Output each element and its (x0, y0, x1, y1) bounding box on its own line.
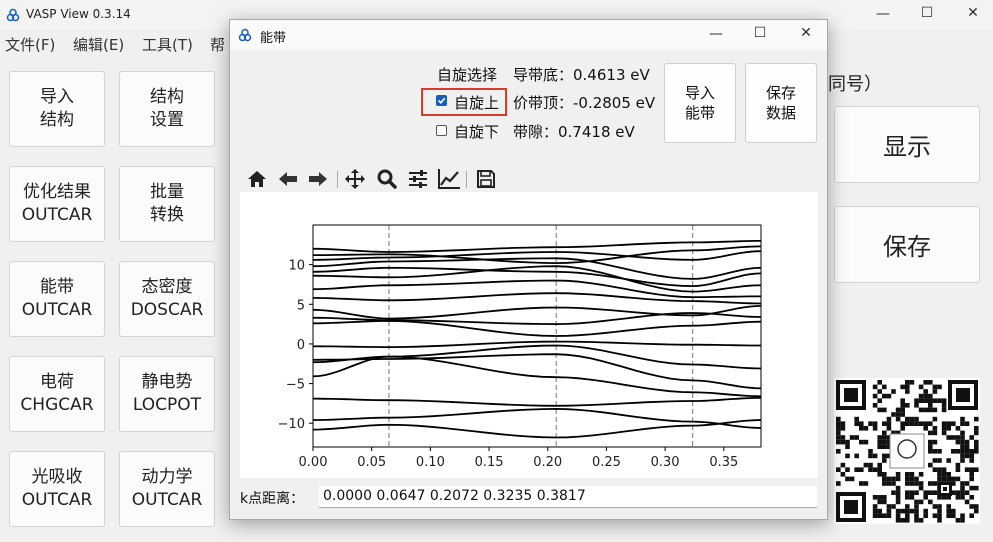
spin-down-checkbox[interactable] (436, 125, 447, 136)
band-line-3 (312, 355, 762, 398)
band-line-10 (312, 292, 762, 305)
button-label-line2: 数据 (765, 104, 796, 122)
tile-label-line1: 静电势 (141, 372, 193, 392)
tile-label-line2: 结构 (40, 110, 74, 130)
x-tick-label: 0.15 (475, 455, 504, 470)
structure-settings-button[interactable]: 结构 设置 (119, 71, 215, 147)
optical-outcar-button[interactable]: 光吸收 OUTCAR (9, 451, 105, 527)
checkmark-icon (437, 97, 446, 104)
dos-doscar-button[interactable]: 态密度 DOSCAR (119, 261, 215, 337)
import-structure-button[interactable]: 导入 结构 (9, 71, 105, 147)
x-tick-label: 0.35 (709, 455, 738, 470)
configure-icon[interactable] (406, 168, 430, 190)
home-icon[interactable] (245, 168, 269, 190)
y-tick-label: −10 (278, 417, 305, 432)
y-tick-label: 10 (288, 259, 305, 274)
band-line-0 (312, 419, 762, 439)
band-plot[interactable]: 0.00 0.05 0.10 0.15 0.20 0.25 0.30 0.35 −10 −5 0 5 1… (240, 192, 818, 478)
button-label-line2: 能带 (684, 104, 715, 122)
tile-label-line1: 导入 (40, 87, 74, 107)
band-line-2 (312, 396, 762, 407)
import-band-button[interactable]: 导入 能带 (664, 63, 736, 143)
dialog-title-bar: 能带 — ☐ ✕ (230, 20, 827, 50)
button-label-line1: 保存 (765, 84, 796, 102)
band-structure-chart: 0.00 0.05 0.10 0.15 0.20 0.25 0.30 0.35 −10 −5 0 5 1… (278, 224, 762, 470)
tile-label-line2: OUTCAR (21, 490, 93, 510)
y-tick-label: 5 (297, 298, 305, 313)
menu-file[interactable]: 文件(F) (5, 34, 55, 55)
dialog-maximize-button[interactable]: ☐ (745, 25, 775, 41)
spin-up-label[interactable]: 自旋上 (454, 92, 499, 113)
button-label-line1: 导入 (684, 84, 715, 102)
x-tick-label: 0.05 (357, 455, 386, 470)
spin-select-label: 自旋选择 (437, 66, 498, 84)
pan-icon[interactable] (343, 168, 367, 190)
tile-label-line2: OUTCAR (21, 300, 93, 320)
tile-label-line1: 态密度 (141, 277, 193, 297)
menu-help[interactable]: 帮 (210, 34, 225, 55)
edit-axes-icon[interactable] (437, 168, 461, 190)
dialog-title: 能带 (260, 31, 287, 46)
toolbar-separator (337, 171, 338, 188)
save-button[interactable]: 保存 (834, 206, 980, 283)
x-tick-label: 0.25 (592, 455, 621, 470)
gap-text: 带隙：0.7418 eV (513, 123, 635, 141)
app-logo-icon (238, 28, 252, 42)
y-tick-label: −5 (286, 378, 305, 393)
tile-label-line2: 设置 (150, 110, 184, 130)
vbm-text: 价带顶：-0.2805 eV (513, 94, 656, 112)
band-line-5 (313, 353, 762, 390)
save-data-button[interactable]: 保存 数据 (745, 63, 817, 143)
toolbar-separator (466, 171, 467, 188)
tile-label-line1: 光吸收 (31, 467, 83, 487)
spin-up-checkbox[interactable] (436, 95, 447, 106)
maximize-button[interactable]: ☐ (912, 5, 942, 21)
qr-code-image (834, 378, 980, 524)
x-tick-label: 0.20 (533, 455, 562, 470)
batch-convert-button[interactable]: 批量 转换 (119, 166, 215, 242)
save-figure-icon[interactable] (474, 168, 498, 190)
tile-label-line2: OUTCAR (131, 490, 203, 510)
menu-edit[interactable]: 编辑(E) (73, 34, 124, 55)
optimization-outcar-button[interactable]: 优化结果 OUTCAR (9, 166, 105, 242)
tile-label-line1: 电荷 (40, 372, 74, 392)
potential-locpot-button[interactable]: 静电势 LOCPOT (119, 356, 215, 432)
tile-label-line1: 动力学 (141, 467, 193, 487)
dynamics-outcar-button[interactable]: 动力学 OUTCAR (119, 451, 215, 527)
show-button[interactable]: 显示 (834, 106, 980, 183)
band-outcar-button[interactable]: 能带 OUTCAR (9, 261, 105, 337)
x-tick-label: 0.30 (651, 455, 680, 470)
charge-chgcar-button[interactable]: 电荷 CHGCAR (9, 356, 105, 432)
menu-tools[interactable]: 工具(T) (142, 34, 193, 55)
kdist-label: k点距离： (240, 491, 305, 507)
tile-label-line1: 结构 (150, 87, 184, 107)
cbm-text: 导带底：0.4613 eV (513, 66, 650, 84)
main-window-title: VASP View 0.3.14 (26, 7, 131, 21)
close-button[interactable]: ✕ (958, 5, 988, 21)
x-tick-label: 0.10 (416, 455, 445, 470)
tile-label-line1: 能带 (40, 277, 74, 297)
spin-down-label[interactable]: 自旋下 (454, 121, 499, 142)
tile-label-line2: LOCPOT (132, 395, 202, 415)
dialog-close-button[interactable]: ✕ (791, 25, 821, 41)
band-line-4 (312, 344, 762, 370)
zoom-icon[interactable] (375, 168, 399, 190)
tile-label-line2: 转换 (150, 205, 184, 225)
tile-label-line1: 优化结果 (23, 182, 91, 202)
tile-label-line1: 批量 (150, 182, 184, 202)
band-line-11 (312, 279, 761, 299)
partial-label: 同号） (828, 74, 882, 95)
band-dialog: 能带 — ☐ ✕ 自旋选择 自旋上 自旋下 导带底：0.4613 eV 价带顶：… (229, 19, 828, 520)
y-tick-label: 0 (297, 338, 305, 353)
back-icon[interactable] (276, 168, 300, 190)
tile-label-line2: CHGCAR (20, 395, 94, 415)
x-tick-label: 0.00 (299, 455, 328, 470)
forward-icon[interactable] (306, 168, 330, 190)
dialog-minimize-button[interactable]: — (701, 26, 731, 42)
minimize-button[interactable]: — (868, 6, 898, 22)
app-logo-icon (6, 8, 20, 22)
kdist-field[interactable]: 0.0000 0.0647 0.2072 0.3235 0.3817 (319, 486, 817, 508)
tile-label-line2: OUTCAR (21, 205, 93, 225)
tile-label-line2: DOSCAR (130, 300, 204, 320)
